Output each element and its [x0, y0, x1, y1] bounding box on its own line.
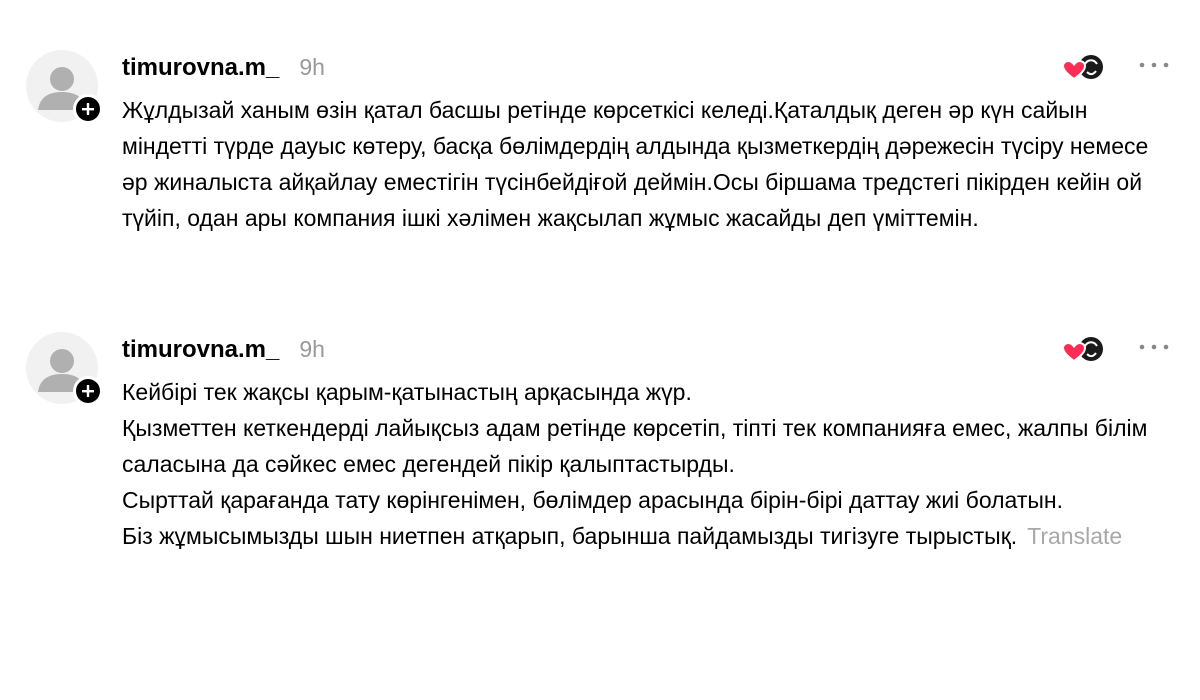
more-horizontal-icon	[1139, 344, 1169, 350]
post-paragraph: Кейбірі тек жақсы қарым-қатынастың арқас…	[122, 379, 692, 405]
more-options-button[interactable]	[1134, 332, 1174, 362]
post-paragraph-last: Біз жұмысымызды шын ниетпен атқарып, бар…	[122, 518, 1172, 554]
reactions-indicator[interactable]	[1060, 334, 1106, 368]
avatar-container[interactable]	[26, 50, 103, 124]
follow-button[interactable]	[73, 376, 103, 406]
post-text: Жұлдызай ханым өзін қатал басшы ретінде …	[122, 92, 1172, 236]
post-header: timurovna.m_ 9h	[122, 336, 325, 366]
post-paragraph: Сырттай қарағанда тату көрінгенімен, бөл…	[122, 487, 1063, 513]
follow-button[interactable]	[73, 94, 103, 124]
post-text: Кейбірі тек жақсы қарым-қатынастың арқас…	[122, 374, 1172, 554]
username-link[interactable]: timurovna.m_	[122, 336, 279, 364]
timestamp: 9h	[299, 54, 325, 80]
reaction-emojis-icon	[1061, 337, 1103, 363]
timestamp: 9h	[299, 336, 325, 362]
post-paragraph: Қызметтен кеткендерді лайықсыз адам реті…	[122, 415, 1148, 477]
translate-link[interactable]: Translate	[1027, 523, 1122, 549]
username-link[interactable]: timurovna.m_	[122, 54, 279, 82]
post-paragraph-text: Біз жұмысымызды шын ниетпен атқарып, бар…	[122, 523, 1018, 549]
more-options-button[interactable]	[1134, 50, 1174, 80]
reaction-emojis-icon	[1061, 55, 1103, 81]
post-paragraph: Жұлдызай ханым өзін қатал басшы ретінде …	[122, 97, 1149, 231]
reactions-indicator[interactable]	[1060, 52, 1106, 86]
avatar-container[interactable]	[26, 332, 103, 406]
plus-icon	[82, 385, 94, 397]
plus-icon	[82, 103, 94, 115]
more-horizontal-icon	[1139, 62, 1169, 68]
post-header: timurovna.m_ 9h	[122, 54, 325, 84]
